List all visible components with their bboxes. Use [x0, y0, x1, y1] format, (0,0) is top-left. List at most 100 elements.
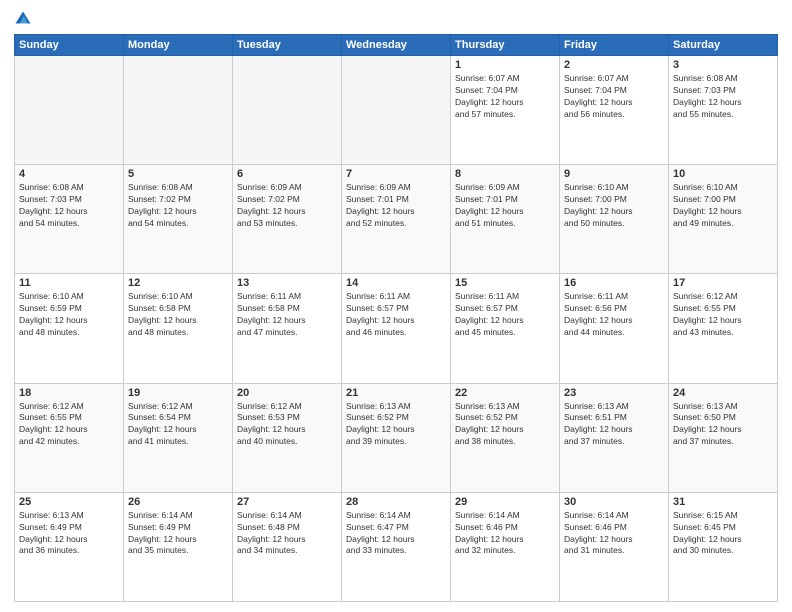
calendar-cell: 18 Sunrise: 6:12 AM Sunset: 6:55 PM Dayli… [15, 383, 124, 492]
calendar-cell: 28Sunrise: 6:14 AM Sunset: 6:47 PM Dayli… [342, 492, 451, 601]
calendar-cell: 8Sunrise: 6:09 AM Sunset: 7:01 PM Daylig… [451, 165, 560, 274]
calendar-cell [124, 56, 233, 165]
day-info: Sunrise: 6:14 AM Sunset: 6:46 PM Dayligh… [455, 510, 555, 558]
calendar-cell: 17 Sunrise: 6:12 AM Sunset: 6:55 PM Dayli… [669, 274, 778, 383]
day-info: Sunrise: 6:15 AM Sunset: 6:45 PM Dayligh… [673, 510, 773, 558]
weekday-header-friday: Friday [560, 35, 669, 56]
week-row-2: 4Sunrise: 6:08 AM Sunset: 7:03 PM Daylig… [15, 165, 778, 274]
day-number: 6 [237, 168, 337, 180]
calendar-cell: 10 Sunrise: 6:10 AM Sunset: 7:00 PM Dayli… [669, 165, 778, 274]
day-number: 31 [673, 496, 773, 508]
day-number: 7 [346, 168, 446, 180]
calendar-cell: 11 Sunrise: 6:10 AM Sunset: 6:59 PM Dayli… [15, 274, 124, 383]
day-info: Sunrise: 6:14 AM Sunset: 6:46 PM Dayligh… [564, 510, 664, 558]
day-number: 18 [19, 387, 119, 399]
weekday-header-tuesday: Tuesday [233, 35, 342, 56]
day-info: Sunrise: 6:13 AM Sunset: 6:50 PM Dayligh… [673, 401, 773, 449]
logo [14, 10, 36, 28]
logo-area [14, 10, 36, 28]
calendar-cell: 23 Sunrise: 6:13 AM Sunset: 6:51 PM Dayli… [560, 383, 669, 492]
page: SundayMondayTuesdayWednesdayThursdayFrid… [0, 0, 792, 612]
day-info: Sunrise: 6:08 AM Sunset: 7:03 PM Dayligh… [673, 73, 773, 121]
calendar-cell: 24 Sunrise: 6:13 AM Sunset: 6:50 PM Dayli… [669, 383, 778, 492]
day-info: Sunrise: 6:12 AM Sunset: 6:55 PM Dayligh… [19, 401, 119, 449]
day-info: Sunrise: 6:10 AM Sunset: 6:58 PM Dayligh… [128, 291, 228, 339]
day-info: Sunrise: 6:14 AM Sunset: 6:48 PM Dayligh… [237, 510, 337, 558]
day-info: Sunrise: 6:08 AM Sunset: 7:02 PM Dayligh… [128, 182, 228, 230]
day-info: Sunrise: 6:11 AM Sunset: 6:58 PM Dayligh… [237, 291, 337, 339]
calendar-cell: 9 Sunrise: 6:10 AM Sunset: 7:00 PM Daylig… [560, 165, 669, 274]
day-number: 29 [455, 496, 555, 508]
day-number: 28 [346, 496, 446, 508]
calendar-cell: 25 Sunrise: 6:13 AM Sunset: 6:49 PM Dayli… [15, 492, 124, 601]
day-number: 11 [19, 277, 119, 289]
day-number: 30 [564, 496, 664, 508]
day-number: 19 [128, 387, 228, 399]
calendar-table: SundayMondayTuesdayWednesdayThursdayFrid… [14, 34, 778, 602]
day-number: 9 [564, 168, 664, 180]
weekday-header-wednesday: Wednesday [342, 35, 451, 56]
week-row-4: 18 Sunrise: 6:12 AM Sunset: 6:55 PM Dayli… [15, 383, 778, 492]
day-info: Sunrise: 6:10 AM Sunset: 7:00 PM Dayligh… [564, 182, 664, 230]
day-number: 10 [673, 168, 773, 180]
calendar-cell: 31 Sunrise: 6:15 AM Sunset: 6:45 PM Dayli… [669, 492, 778, 601]
day-info: Sunrise: 6:11 AM Sunset: 6:57 PM Dayligh… [346, 291, 446, 339]
calendar-cell: 27 Sunrise: 6:14 AM Sunset: 6:48 PM Dayli… [233, 492, 342, 601]
calendar-cell: 30 Sunrise: 6:14 AM Sunset: 6:46 PM Dayli… [560, 492, 669, 601]
day-number: 13 [237, 277, 337, 289]
calendar-cell [342, 56, 451, 165]
calendar-cell: 3Sunrise: 6:08 AM Sunset: 7:03 PM Daylig… [669, 56, 778, 165]
day-info: Sunrise: 6:13 AM Sunset: 6:51 PM Dayligh… [564, 401, 664, 449]
calendar-cell: 14Sunrise: 6:11 AM Sunset: 6:57 PM Dayli… [342, 274, 451, 383]
day-info: Sunrise: 6:13 AM Sunset: 6:49 PM Dayligh… [19, 510, 119, 558]
day-info: Sunrise: 6:12 AM Sunset: 6:55 PM Dayligh… [673, 291, 773, 339]
day-number: 25 [19, 496, 119, 508]
day-info: Sunrise: 6:12 AM Sunset: 6:54 PM Dayligh… [128, 401, 228, 449]
calendar-cell: 21 Sunrise: 6:13 AM Sunset: 6:52 PM Dayli… [342, 383, 451, 492]
calendar-cell: 22Sunrise: 6:13 AM Sunset: 6:52 PM Dayli… [451, 383, 560, 492]
day-number: 24 [673, 387, 773, 399]
calendar-cell: 6 Sunrise: 6:09 AM Sunset: 7:02 PM Daylig… [233, 165, 342, 274]
week-row-3: 11 Sunrise: 6:10 AM Sunset: 6:59 PM Dayli… [15, 274, 778, 383]
weekday-header-monday: Monday [124, 35, 233, 56]
day-info: Sunrise: 6:10 AM Sunset: 7:00 PM Dayligh… [673, 182, 773, 230]
day-number: 26 [128, 496, 228, 508]
day-info: Sunrise: 6:09 AM Sunset: 7:01 PM Dayligh… [346, 182, 446, 230]
day-info: Sunrise: 6:11 AM Sunset: 6:57 PM Dayligh… [455, 291, 555, 339]
calendar-cell: 16Sunrise: 6:11 AM Sunset: 6:56 PM Dayli… [560, 274, 669, 383]
day-number: 15 [455, 277, 555, 289]
day-info: Sunrise: 6:13 AM Sunset: 6:52 PM Dayligh… [346, 401, 446, 449]
day-number: 21 [346, 387, 446, 399]
day-number: 23 [564, 387, 664, 399]
calendar-cell: 29 Sunrise: 6:14 AM Sunset: 6:46 PM Dayli… [451, 492, 560, 601]
day-number: 22 [455, 387, 555, 399]
logo-icon [14, 10, 32, 28]
calendar-cell: 19 Sunrise: 6:12 AM Sunset: 6:54 PM Dayli… [124, 383, 233, 492]
weekday-header-sunday: Sunday [15, 35, 124, 56]
calendar-cell: 2 Sunrise: 6:07 AM Sunset: 7:04 PM Daylig… [560, 56, 669, 165]
day-info: Sunrise: 6:14 AM Sunset: 6:49 PM Dayligh… [128, 510, 228, 558]
calendar-cell: 7 Sunrise: 6:09 AM Sunset: 7:01 PM Daylig… [342, 165, 451, 274]
calendar-cell [15, 56, 124, 165]
day-number: 17 [673, 277, 773, 289]
week-row-5: 25 Sunrise: 6:13 AM Sunset: 6:49 PM Dayli… [15, 492, 778, 601]
day-info: Sunrise: 6:07 AM Sunset: 7:04 PM Dayligh… [455, 73, 555, 121]
day-number: 2 [564, 59, 664, 71]
calendar-cell: 12 Sunrise: 6:10 AM Sunset: 6:58 PM Dayli… [124, 274, 233, 383]
day-number: 5 [128, 168, 228, 180]
day-number: 27 [237, 496, 337, 508]
day-number: 12 [128, 277, 228, 289]
day-info: Sunrise: 6:09 AM Sunset: 7:02 PM Dayligh… [237, 182, 337, 230]
day-info: Sunrise: 6:08 AM Sunset: 7:03 PM Dayligh… [19, 182, 119, 230]
weekday-header-row: SundayMondayTuesdayWednesdayThursdayFrid… [15, 35, 778, 56]
day-info: Sunrise: 6:11 AM Sunset: 6:56 PM Dayligh… [564, 291, 664, 339]
calendar-cell: 1Sunrise: 6:07 AM Sunset: 7:04 PM Daylig… [451, 56, 560, 165]
day-info: Sunrise: 6:07 AM Sunset: 7:04 PM Dayligh… [564, 73, 664, 121]
week-row-1: 1Sunrise: 6:07 AM Sunset: 7:04 PM Daylig… [15, 56, 778, 165]
calendar-cell: 15 Sunrise: 6:11 AM Sunset: 6:57 PM Dayli… [451, 274, 560, 383]
weekday-header-saturday: Saturday [669, 35, 778, 56]
day-info: Sunrise: 6:10 AM Sunset: 6:59 PM Dayligh… [19, 291, 119, 339]
calendar-cell: 13 Sunrise: 6:11 AM Sunset: 6:58 PM Dayli… [233, 274, 342, 383]
calendar-cell: 20Sunrise: 6:12 AM Sunset: 6:53 PM Dayli… [233, 383, 342, 492]
day-info: Sunrise: 6:09 AM Sunset: 7:01 PM Dayligh… [455, 182, 555, 230]
